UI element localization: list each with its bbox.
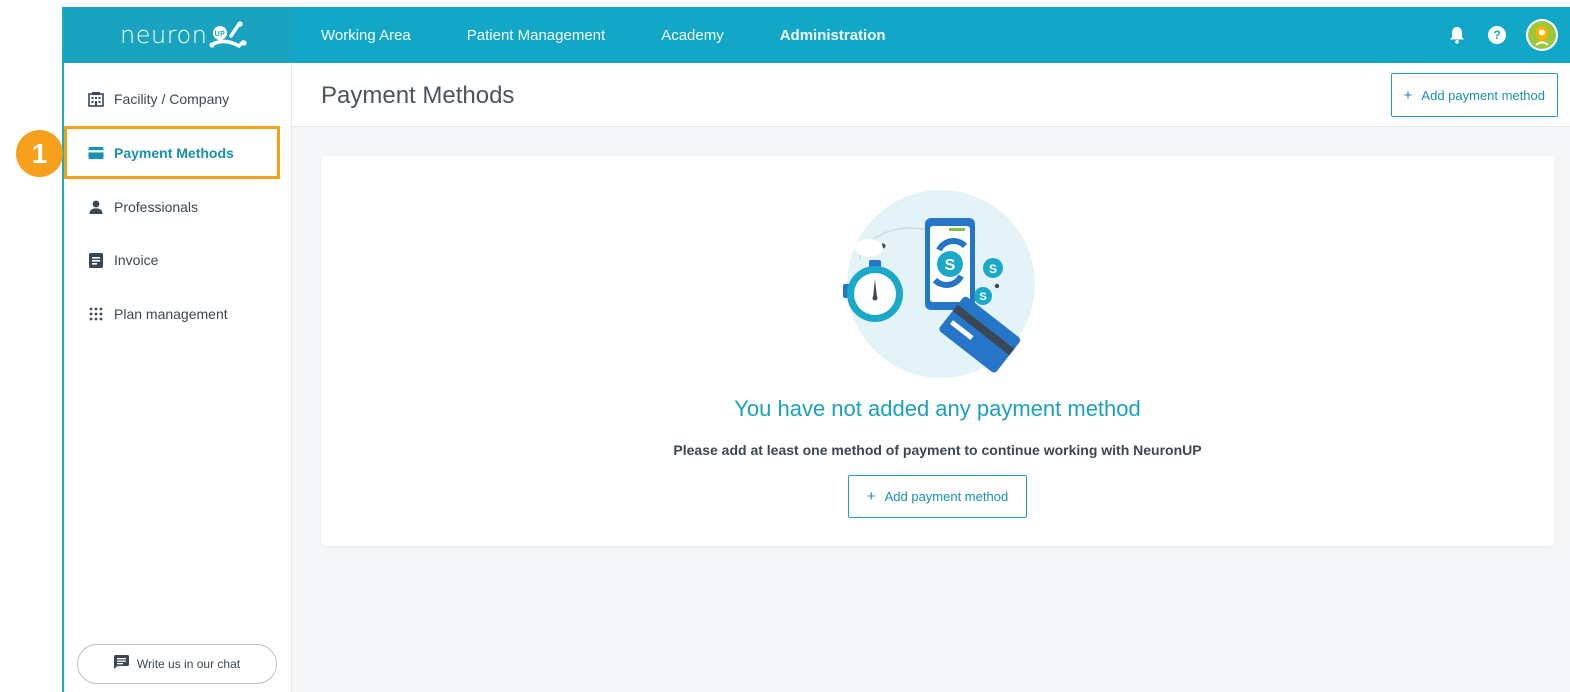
payment-illustration-icon: S S S	[843, 190, 1035, 378]
nav-working-area[interactable]: Working Area	[321, 27, 411, 44]
grid-dots-icon	[88, 306, 104, 322]
window-left-border	[62, 7, 64, 692]
document-icon	[88, 252, 104, 268]
chat-bubble-icon	[113, 654, 129, 674]
logo-mark-icon: UP	[209, 21, 248, 49]
logo-area: neuron UP	[62, 7, 292, 63]
callout-number-badge: 1	[16, 130, 63, 177]
plus-icon: +	[866, 488, 876, 505]
sidebar-item-invoice[interactable]: Invoice	[62, 238, 292, 282]
page-header: Payment Methods + Add payment method	[292, 63, 1570, 127]
person-icon	[88, 199, 104, 215]
empty-state-subtitle: Please add at least one method of paymen…	[673, 442, 1202, 458]
add-payment-method-label: Add payment method	[1421, 87, 1545, 103]
svg-text:S: S	[945, 257, 956, 274]
sidebar-item-professionals[interactable]: Professionals	[62, 185, 292, 229]
nav-patient-management[interactable]: Patient Management	[467, 27, 605, 44]
callout-highlight-box	[64, 126, 280, 179]
neuronup-logo[interactable]: neuron UP	[120, 20, 248, 50]
building-icon	[88, 91, 104, 107]
add-payment-method-button-center[interactable]: + Add payment method	[848, 475, 1027, 518]
sidebar-item-label: Professionals	[114, 199, 199, 215]
svg-text:UP: UP	[215, 31, 226, 38]
help-icon[interactable]: ?	[1486, 24, 1508, 46]
top-navbar: neuron UP Working Area Patient Managemen…	[62, 7, 1570, 63]
nav-academy[interactable]: Academy	[661, 27, 724, 44]
sidebar-item-label: Facility / Company	[114, 91, 230, 107]
plus-icon: +	[1403, 86, 1413, 104]
page-title: Payment Methods	[321, 82, 515, 109]
nav-administration[interactable]: Administration	[780, 27, 886, 44]
sidebar-item-facility[interactable]: Facility / Company	[62, 77, 292, 121]
notifications-bell-icon[interactable]	[1446, 24, 1468, 46]
top-actions: ?	[1446, 7, 1558, 63]
add-payment-method-button[interactable]: + Add payment method	[1390, 73, 1558, 117]
empty-state-card: S S S You have not added any payment met…	[321, 156, 1554, 546]
logo-text: neuron	[120, 21, 208, 49]
user-avatar[interactable]	[1526, 19, 1558, 51]
empty-state-title: You have not added any payment method	[734, 396, 1141, 421]
chat-button-label: Write us in our chat	[136, 657, 241, 671]
sidebar-item-plan-management[interactable]: Plan management	[62, 292, 292, 336]
svg-text:S: S	[989, 262, 997, 276]
sidebar-item-label: Invoice	[114, 252, 159, 268]
main-nav: Working Area Patient Management Academy …	[321, 7, 942, 63]
help-glyph: ?	[1488, 26, 1506, 44]
chat-button[interactable]: Write us in our chat	[77, 644, 277, 684]
sidebar-item-label: Plan management	[114, 306, 228, 322]
add-payment-method-label: Add payment method	[884, 489, 1009, 504]
avatar-icon	[1528, 21, 1556, 49]
app-window: neuron UP Working Area Patient Managemen…	[62, 7, 1570, 692]
svg-text:S: S	[979, 291, 986, 303]
